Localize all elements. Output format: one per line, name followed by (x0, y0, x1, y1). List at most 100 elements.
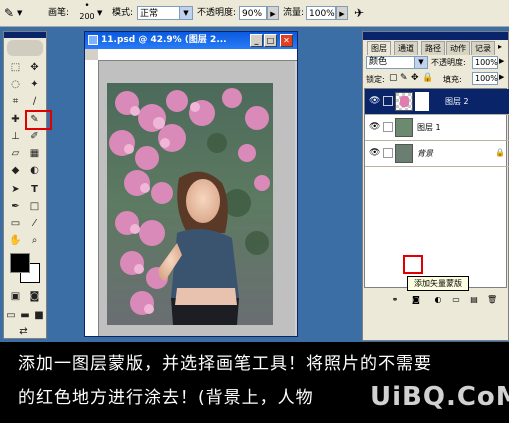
close-button[interactable]: ✕ (280, 34, 293, 47)
blur-tool-icon[interactable]: ◆ (7, 163, 24, 178)
notes-tool-icon[interactable]: ▭ (7, 216, 24, 231)
opacity-label: 不透明度: (197, 8, 237, 18)
tab-actions[interactable]: 动作 (446, 41, 470, 55)
jump-to-imageready-icon[interactable]: ⇄ (15, 324, 32, 339)
palette-titlebar[interactable] (363, 32, 508, 40)
brush-picker-chevron-icon[interactable]: ▼ (97, 0, 102, 26)
mode-value: 正常 (140, 9, 159, 19)
tab-paths[interactable]: 路径 (421, 41, 445, 55)
layer-name: 图层 2 (445, 97, 469, 106)
layer-mask-thumbnail[interactable] (415, 92, 429, 111)
flow-input[interactable]: 100% (306, 6, 336, 20)
layer-name: 图层 1 (417, 123, 441, 132)
foreground-color-swatch[interactable] (10, 253, 30, 273)
lock-all-icon[interactable]: 🔒 (422, 73, 433, 83)
caption-line-2: 的红色地方进行涂去！(背景上，人物 (18, 388, 314, 408)
airbrush-icon[interactable]: ✈ (354, 0, 364, 26)
palette-menu-icon[interactable]: ▸ (498, 42, 502, 51)
eyedropper-tool-icon[interactable]: ⁄ (26, 216, 43, 231)
delete-layer-icon[interactable]: 🗑 (487, 295, 497, 305)
visibility-eye-icon[interactable]: 👁 (369, 148, 380, 158)
blend-mode-select[interactable]: 颜色 ▼ (366, 56, 428, 69)
options-bar: ✎ ▼ 画笔: • 200 ▼ 模式: 正常 ▼ 不透明度: 90% ▶ 流量:… (0, 0, 509, 27)
layer-opacity-value: 100% (475, 58, 498, 67)
move-tool-icon[interactable]: ✥ (26, 60, 43, 75)
opacity-value: 90% (242, 9, 263, 19)
add-vector-mask-icon[interactable]: ◙ (411, 295, 421, 305)
magic-wand-tool-icon[interactable]: ✦ (26, 77, 43, 92)
hand-tool-icon[interactable]: ✋ (7, 233, 24, 248)
visibility-eye-icon[interactable]: 👁 (369, 96, 380, 106)
minimize-button[interactable]: _ (250, 34, 263, 47)
tool-preset-dropdown-icon[interactable]: ▼ (17, 0, 22, 26)
brush-tool-highlight (25, 110, 52, 130)
lock-image-icon[interactable]: ✎ (400, 73, 408, 83)
lasso-tool-icon[interactable]: ◌ (7, 77, 24, 92)
mode-select[interactable]: 正常 ▼ (137, 6, 193, 20)
crop-tool-icon[interactable]: ⌗ (7, 94, 24, 109)
lock-position-icon[interactable]: ✥ (411, 73, 419, 83)
pen-tool-icon[interactable]: ✒ (7, 199, 24, 214)
layer-thumbnail (395, 92, 413, 111)
brush-tool-icon[interactable]: ✎ (4, 0, 14, 26)
watermark-logo: UiBQ.CoM (370, 382, 509, 412)
screen-mode-full-icon[interactable]: ■ (32, 308, 46, 323)
caption-line-1: 添加一图层蒙版，并选择画笔工具！将照片的不需要 (18, 354, 432, 374)
screen-mode-full-menu-icon[interactable]: ▬ (18, 308, 32, 323)
clone-stamp-tool-icon[interactable]: ⊥ (7, 129, 24, 144)
shape-tool-icon[interactable]: □ (26, 199, 43, 214)
type-tool-icon[interactable]: T (26, 182, 43, 197)
fill-input[interactable]: 100% (472, 72, 498, 85)
document-icon (88, 35, 98, 45)
link-toggle-icon[interactable] (383, 122, 393, 132)
history-brush-tool-icon[interactable]: ✐ (26, 129, 43, 144)
tab-layers[interactable]: 图层 (367, 41, 391, 55)
layers-palette: 图层 通道 路径 动作 记录 ▸ 颜色 ▼ 不透明度: 100% ▶ 锁定: ▢… (362, 31, 509, 341)
opacity-slider-arrow-icon[interactable]: ▶ (267, 6, 279, 20)
link-toggle-icon[interactable] (383, 148, 393, 158)
layer-thumbnail-content (400, 96, 409, 107)
link-layers-icon[interactable]: ⚭ (390, 295, 400, 305)
slice-tool-icon[interactable]: ∕ (26, 94, 43, 109)
marquee-tool-icon[interactable]: ⬚ (7, 60, 24, 75)
new-group-icon[interactable]: ▭ (451, 295, 461, 305)
quick-mask-mode-icon[interactable]: ◙ (26, 289, 43, 304)
caption-panel: 添加一图层蒙版，并选择画笔工具！将照片的不需要 的红色地方进行涂去！(背景上，人… (0, 342, 509, 423)
brush-label: 画笔: (48, 8, 70, 18)
fill-value: 100% (475, 74, 498, 83)
brush-dot-icon: • (84, 1, 90, 11)
layer-thumbnail (395, 118, 413, 137)
flow-value: 100% (309, 9, 335, 19)
brush-preview[interactable]: • 200 (79, 2, 95, 23)
gradient-tool-icon[interactable]: ▦ (26, 146, 43, 161)
photo-canvas[interactable] (107, 83, 273, 325)
dodge-tool-icon[interactable]: ◐ (26, 163, 43, 178)
visibility-eye-icon[interactable]: 👁 (369, 122, 380, 132)
layer-row-1[interactable]: 👁 图层 1 (365, 115, 509, 141)
new-layer-icon[interactable]: ▤ (469, 295, 479, 305)
maximize-button[interactable]: □ (264, 34, 277, 47)
document-titlebar[interactable]: 11.psd @ 42.9% (图层 2... _ □ ✕ (85, 32, 297, 49)
screen-mode-standard-icon[interactable]: ▭ (4, 308, 18, 323)
layer-row-2[interactable]: 👁 图层 2 (365, 89, 509, 115)
layer-opacity-input[interactable]: 100% (472, 56, 498, 69)
layer-row-background[interactable]: 👁 背景 🔒 (365, 141, 509, 167)
path-selection-tool-icon[interactable]: ➤ (7, 182, 24, 197)
link-toggle-icon[interactable] (383, 96, 393, 106)
opacity-input[interactable]: 90% (239, 6, 267, 20)
brush-size: 200 (79, 12, 95, 21)
eraser-tool-icon[interactable]: ▱ (7, 146, 24, 161)
layer-opacity-arrow-icon[interactable]: ▶ (499, 57, 504, 65)
lock-transparency-icon[interactable]: ▢ (389, 73, 398, 83)
photo-image (107, 83, 273, 325)
tab-channels[interactable]: 通道 (394, 41, 418, 55)
tab-history[interactable]: 记录 (471, 41, 495, 55)
adjustment-layer-icon[interactable]: ◐ (433, 295, 443, 305)
mask-button-highlight (403, 255, 423, 274)
zoom-tool-icon[interactable]: ⌕ (26, 233, 43, 248)
fill-arrow-icon[interactable]: ▶ (499, 73, 504, 81)
standard-mode-icon[interactable]: ▣ (7, 289, 24, 304)
toolbox-titlebar (4, 32, 46, 38)
healing-brush-tool-icon[interactable]: ✚ (7, 112, 24, 127)
flow-slider-arrow-icon[interactable]: ▶ (336, 6, 348, 20)
